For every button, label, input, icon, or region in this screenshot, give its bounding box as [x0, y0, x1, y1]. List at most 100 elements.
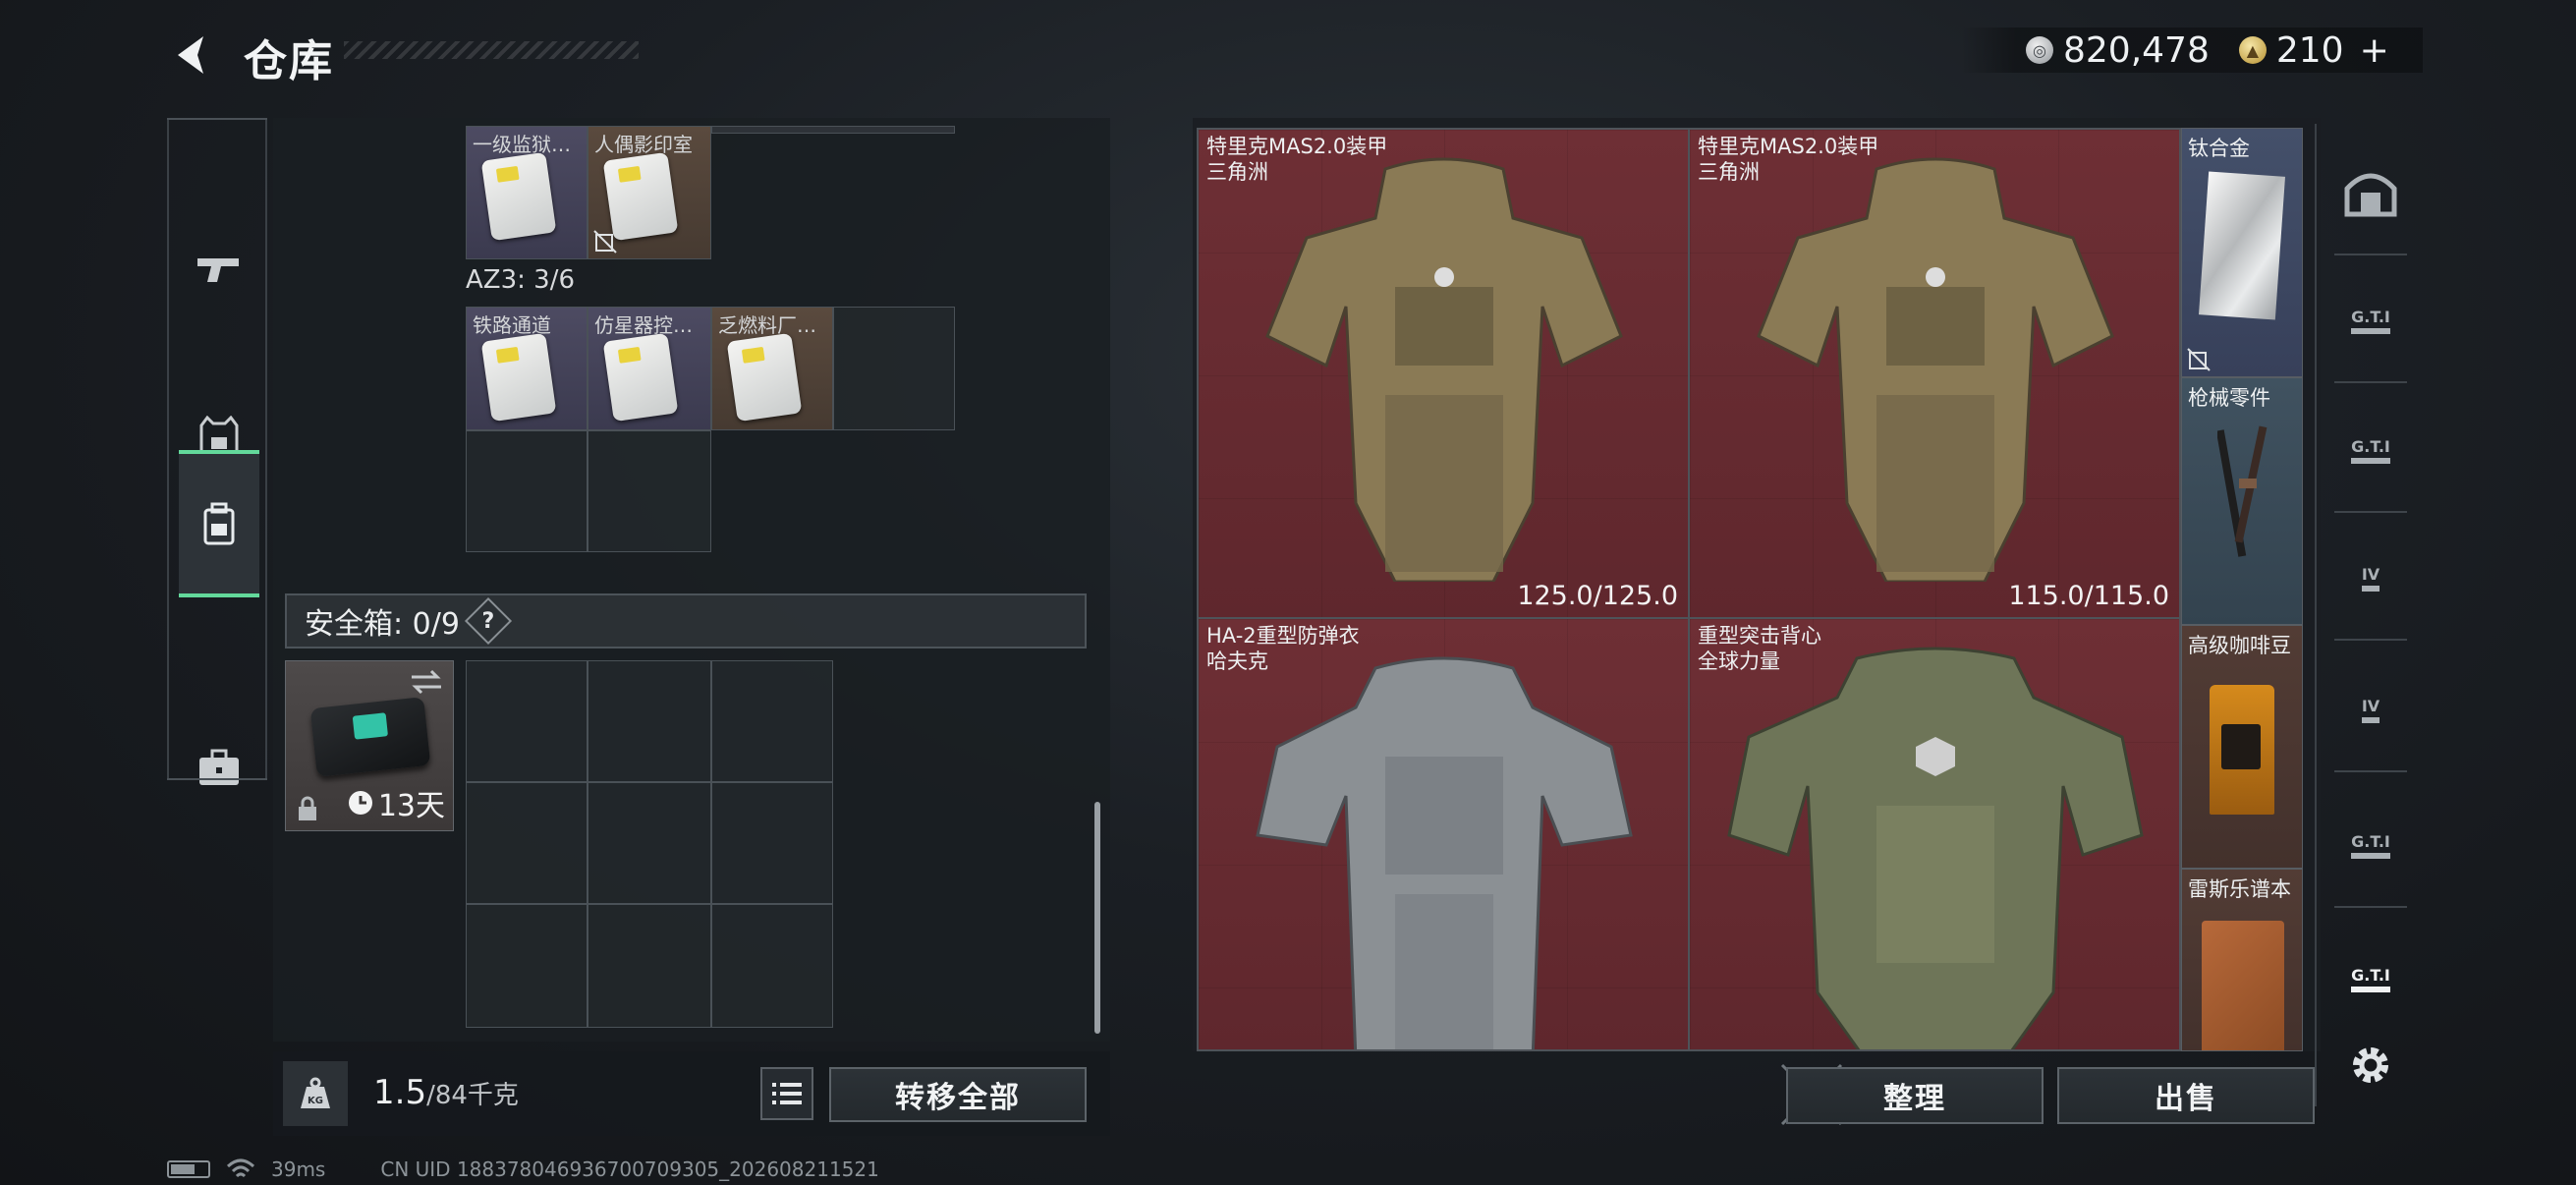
safe-slot-empty[interactable] [711, 904, 833, 1028]
transfer-all-button[interactable]: 转移全部 [829, 1067, 1087, 1122]
item-name: 铁路通道 [473, 313, 551, 337]
settings-button[interactable] [2338, 1038, 2403, 1093]
tab-safehouse[interactable] [2338, 165, 2403, 220]
tab-divider [2334, 906, 2407, 908]
title-decoration [344, 41, 639, 59]
tab-gti-rifle[interactable]: G.T.I [2338, 293, 2403, 348]
list-view-button[interactable] [760, 1067, 813, 1120]
keycard-icon [726, 332, 803, 423]
help-icon[interactable]: ? [464, 596, 512, 646]
stash-item-armor[interactable]: 特里克MAS2.0装甲 三角洲 125.0/125.0 [1197, 128, 1690, 619]
swap-icon [412, 669, 441, 695]
tab-divider [2334, 381, 2407, 383]
stash-item-gun-parts[interactable]: 枪械零件 [2181, 377, 2303, 625]
stash-item-armor[interactable]: HA-2重型防弹衣 哈夫克 [1197, 617, 1690, 1051]
safe-slot-empty[interactable] [466, 660, 588, 782]
item-title: 枪械零件 [2188, 386, 2270, 410]
safe-slot-empty[interactable] [711, 782, 833, 904]
gti-supplies-icon: G.T.I [2351, 832, 2390, 859]
item-slot[interactable]: 一级监狱… [466, 126, 588, 259]
safe-box-header: 安全箱: 0/9 ? [285, 593, 1087, 649]
backpack-scrollbar[interactable] [1094, 802, 1100, 1034]
stash-item-music-book[interactable]: 雷斯乐谱本 [2181, 869, 2303, 1051]
tab-gti-supplies[interactable]: G.T.I [2338, 818, 2403, 873]
current-weight: 1.5 [373, 1073, 427, 1112]
tab-weapons[interactable] [179, 197, 259, 344]
notebook-image [2202, 921, 2284, 1050]
lock-icon [299, 796, 316, 820]
stash-item-armor[interactable]: 重型突击背心 全球力量 [1688, 617, 2181, 1051]
tab-divider [2334, 254, 2407, 255]
keycard-icon [602, 332, 679, 423]
titanium-plate-image [2199, 171, 2285, 320]
item-durability: 125.0/125.0 [1517, 581, 1678, 611]
grid-cell-empty[interactable] [466, 430, 588, 552]
item-name: 一级监狱… [473, 133, 571, 156]
buy-gold-plus[interactable]: + [2360, 30, 2389, 71]
briefcase-icon [199, 749, 239, 785]
gti-rifle-icon: G.T.I [2351, 308, 2390, 334]
safe-slot-empty[interactable] [588, 660, 711, 782]
safe-slot-empty[interactable] [466, 782, 588, 904]
safe-box-label: 安全箱: 0/9 [305, 607, 460, 642]
grid-cell-empty [711, 126, 955, 134]
az3-label: AZ3: 3/6 [466, 265, 576, 295]
user-uid: CN UID 188378046936700709305_20260821152… [380, 1157, 879, 1181]
status-bar: 39ms CN UID 188378046936700709305_202608… [167, 1156, 879, 1183]
weight-bar: KG 1.5/84千克 转移全部 [273, 1051, 1110, 1136]
tab-briefcase[interactable] [179, 694, 259, 841]
safe-slot-empty[interactable] [466, 904, 588, 1028]
organize-button[interactable]: 整理 [1786, 1067, 2044, 1124]
tab-gti-grenade[interactable]: G.T.I [2338, 423, 2403, 478]
item-slot[interactable]: 仿星器控… [588, 307, 711, 430]
clock-icon [348, 791, 372, 815]
body-armor-image [1757, 157, 2114, 582]
ping: 39ms [271, 1157, 326, 1181]
backpack-icon [203, 502, 235, 545]
safe-case-image [309, 697, 431, 777]
keycard-icon [480, 151, 557, 242]
safe-case-remaining-time: 13天 [347, 781, 445, 824]
tab-backpack[interactable] [179, 450, 259, 597]
heavy-armor-image [1256, 656, 1633, 1049]
item-name: 乏燃料厂… [718, 313, 816, 337]
item-slot[interactable]: 乏燃料厂… [711, 307, 833, 430]
gun-parts-image [2217, 425, 2268, 557]
unbindable-icon [2187, 348, 2211, 371]
safe-slot-empty[interactable] [588, 782, 711, 904]
list-icon [772, 1083, 802, 1104]
tab-iv-camera[interactable]: IV [2338, 550, 2403, 605]
grid-cell-empty[interactable] [833, 307, 955, 430]
page-title: 仓库 [244, 36, 334, 86]
stash-item-coffee-beans[interactable]: 高级咖啡豆 [2181, 625, 2303, 869]
wifi-icon [226, 1158, 255, 1178]
keycard-icon [480, 332, 557, 423]
back-arrow-icon [178, 36, 203, 74]
back-button[interactable] [165, 29, 220, 81]
stash-action-bar: 整理 出售 [1193, 1053, 2321, 1136]
coffee-bag-image [2210, 685, 2274, 815]
safe-box-case[interactable]: 13天 [285, 660, 454, 831]
tab-gti-gun-settings[interactable]: G.T.I [2338, 951, 2403, 1006]
safe-slot-empty[interactable] [711, 660, 833, 782]
iv-camera-icon: IV [2361, 565, 2380, 592]
item-slot[interactable]: 铁路通道 [466, 307, 588, 430]
stash-item-armor[interactable]: 特里克MAS2.0装甲 三角洲 115.0/115.0 [1688, 128, 2181, 619]
item-durability: 115.0/115.0 [2008, 581, 2169, 611]
svg-text:KG: KG [308, 1096, 323, 1106]
stash-category-tabs: G.T.I G.T.I IV IV G.T.I G.T.I [2315, 124, 2413, 1106]
gti-grenade-icon: G.T.I [2351, 437, 2390, 464]
gold-amount: 210 [2275, 29, 2344, 71]
body-armor-image [1265, 157, 1623, 582]
safe-slot-empty[interactable] [588, 904, 711, 1028]
tab-iv-camera-2[interactable]: IV [2338, 682, 2403, 737]
item-slot[interactable]: 人偶影印室 [588, 126, 711, 259]
tab-divider [2334, 511, 2407, 513]
stash-item-titanium[interactable]: 钛合金 [2181, 128, 2303, 377]
unbindable-icon [593, 230, 617, 254]
sell-button[interactable]: 出售 [2057, 1067, 2315, 1124]
safehouse-icon [2344, 173, 2397, 217]
item-title: 高级咖啡豆 [2188, 634, 2291, 657]
gold-coin-icon: ▲ [2238, 36, 2267, 64]
grid-cell-empty[interactable] [588, 430, 711, 552]
